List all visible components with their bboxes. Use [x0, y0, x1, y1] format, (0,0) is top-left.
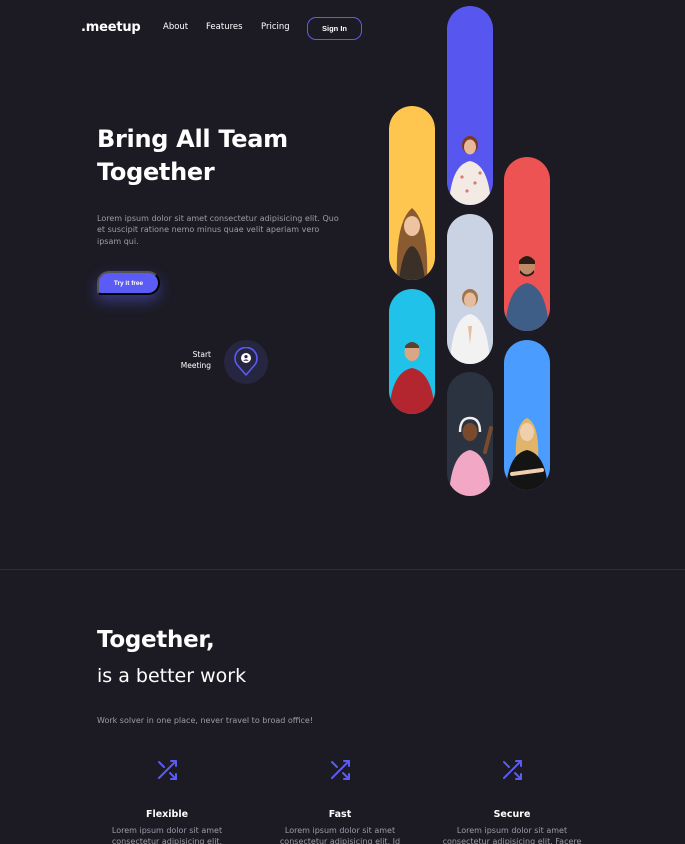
feature-secure: Secure Lorem ipsum dolor sit amet consec…	[437, 758, 587, 844]
gallery-photo-woman-wavy-hair	[447, 6, 493, 205]
sign-in-button[interactable]: Sign In	[307, 17, 362, 40]
shuffle-icon	[503, 760, 522, 780]
nav-about[interactable]: About	[163, 22, 188, 32]
person-photo	[505, 256, 549, 331]
person-photo	[389, 342, 435, 414]
gallery-photo-woman-arms-crossed	[504, 340, 550, 490]
shuffle-icon	[331, 760, 350, 780]
nav-pricing[interactable]: Pricing	[261, 22, 290, 32]
person-photo	[449, 416, 493, 496]
feature-fast: Fast Lorem ipsum dolor sit amet consecte…	[265, 758, 415, 844]
gallery-photo-man-earphones	[389, 289, 435, 414]
person-photo	[396, 208, 428, 280]
gallery-photo-woman-long-hair	[389, 106, 435, 280]
landing-page: .meetup About Features Pricing Sign In B…	[0, 0, 685, 844]
section-description: Work solver in one place, never travel t…	[97, 716, 314, 725]
logo[interactable]: .meetup	[81, 20, 141, 35]
person-photo	[450, 289, 490, 364]
gallery-photo-woman-headphones	[447, 372, 493, 496]
person-photo	[506, 418, 548, 490]
feature-name: Secure	[493, 809, 531, 820]
nav-features[interactable]: Features	[206, 22, 243, 32]
feature-flexible: Flexible Lorem ipsum dolor sit amet cons…	[92, 758, 242, 844]
section-title: Together,	[97, 627, 215, 653]
location-pin-icon	[234, 347, 258, 376]
try-it-free-button[interactable]: Try it free	[97, 271, 160, 295]
feature-name: Flexible	[145, 809, 189, 820]
shuffle-icon	[158, 760, 177, 780]
feature-text: Lorem ipsum dolor sit amet consectetur a…	[279, 826, 401, 844]
person-photo	[449, 136, 491, 205]
feature-text: Lorem ipsum dolor sit amet consectetur a…	[111, 826, 223, 844]
start-meeting-button[interactable]	[224, 340, 268, 384]
hero-title-line1: Bring All Team	[97, 125, 288, 153]
section-subtitle: is a better work	[97, 665, 247, 687]
start-meeting-line2: Meeting	[180, 361, 211, 370]
hero-title-line2: Together	[97, 158, 215, 186]
gallery-photo-woman-namaste	[447, 214, 493, 364]
feature-name: Fast	[328, 809, 352, 820]
start-meeting-label: Start Meeting	[165, 349, 211, 371]
hero-description: Lorem ipsum dolor sit amet consectetur a…	[97, 214, 339, 246]
start-meeting-line1: Start	[192, 350, 211, 359]
gallery-photo-man-beard	[504, 157, 550, 331]
hero-title: Bring All Team Together	[97, 123, 337, 189]
section-divider	[0, 569, 685, 570]
feature-text: Lorem ipsum dolor sit amet consectetur a…	[442, 826, 582, 844]
